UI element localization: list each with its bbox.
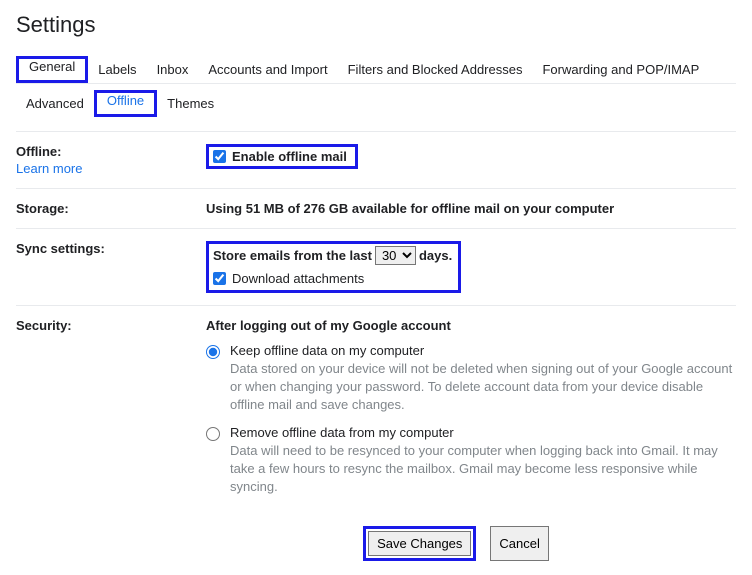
tab-accounts[interactable]: Accounts and Import	[198, 56, 337, 83]
highlight-sync: Store emails from the last 30 days. Down…	[206, 241, 461, 293]
settings-sections: Offline: Learn more Enable offline mail …	[16, 131, 736, 508]
tab-filters[interactable]: Filters and Blocked Addresses	[338, 56, 533, 83]
offline-label-block: Offline: Learn more	[16, 144, 206, 176]
radio-remove-title: Remove offline data from my computer	[230, 425, 736, 440]
download-attachments-label: Download attachments	[232, 271, 364, 286]
tab-themes[interactable]: Themes	[157, 90, 224, 117]
cancel-button[interactable]: Cancel	[490, 526, 548, 561]
radio-remove-desc: Data will need to be resynced to your co…	[230, 442, 736, 497]
section-storage: Storage: Using 51 MB of 276 GB available…	[16, 189, 736, 229]
sync-content: Store emails from the last 30 days. Down…	[206, 241, 736, 293]
learn-more-link[interactable]: Learn more	[16, 161, 206, 176]
tab-inbox[interactable]: Inbox	[147, 56, 199, 83]
section-sync: Sync settings: Store emails from the las…	[16, 229, 736, 306]
tab-labels[interactable]: Labels	[88, 56, 146, 83]
highlight-save: Save Changes	[363, 526, 476, 561]
enable-offline-checkbox[interactable]	[213, 150, 226, 163]
download-attachments-checkbox[interactable]	[213, 272, 226, 285]
tabs-row-2: Advanced Offline Themes	[16, 84, 736, 123]
days-select[interactable]: 30	[375, 246, 416, 265]
storage-label: Storage:	[16, 201, 206, 216]
radio-keep-content: Keep offline data on my computer Data st…	[230, 343, 736, 415]
store-suffix: days.	[419, 248, 452, 263]
section-security: Security: After logging out of my Google…	[16, 306, 736, 508]
tab-general[interactable]: General	[19, 53, 85, 80]
radio-remove-content: Remove offline data from my computer Dat…	[230, 425, 736, 497]
sync-label: Sync settings:	[16, 241, 206, 293]
download-row: Download attachments	[213, 271, 452, 286]
page-title: Settings	[16, 12, 736, 38]
tab-advanced[interactable]: Advanced	[16, 90, 94, 117]
radio-keep[interactable]	[206, 345, 220, 359]
offline-content: Enable offline mail	[206, 144, 736, 176]
security-label: Security:	[16, 318, 206, 496]
offline-label: Offline:	[16, 144, 62, 159]
highlight-offline: Offline	[94, 90, 157, 117]
radio-remove[interactable]	[206, 427, 220, 441]
tabs-row-1: General Labels Inbox Accounts and Import…	[16, 56, 736, 84]
store-row: Store emails from the last 30 days.	[213, 246, 452, 265]
radio-keep-title: Keep offline data on my computer	[230, 343, 736, 358]
radio-remove-block: Remove offline data from my computer Dat…	[206, 425, 736, 497]
radio-keep-block: Keep offline data on my computer Data st…	[206, 343, 736, 415]
enable-offline-label: Enable offline mail	[232, 149, 347, 164]
tab-offline[interactable]: Offline	[97, 87, 154, 114]
radio-keep-desc: Data stored on your device will not be d…	[230, 360, 736, 415]
button-row: Save Changes Cancel	[16, 526, 736, 561]
storage-text: Using 51 MB of 276 GB available for offl…	[206, 201, 736, 216]
tab-forwarding[interactable]: Forwarding and POP/IMAP	[532, 56, 709, 83]
security-heading: After logging out of my Google account	[206, 318, 736, 333]
security-content: After logging out of my Google account K…	[206, 318, 736, 496]
section-offline: Offline: Learn more Enable offline mail	[16, 132, 736, 189]
highlight-general: General	[16, 56, 88, 83]
save-button[interactable]: Save Changes	[368, 531, 471, 556]
highlight-enable-offline: Enable offline mail	[206, 144, 358, 169]
store-prefix: Store emails from the last	[213, 248, 372, 263]
